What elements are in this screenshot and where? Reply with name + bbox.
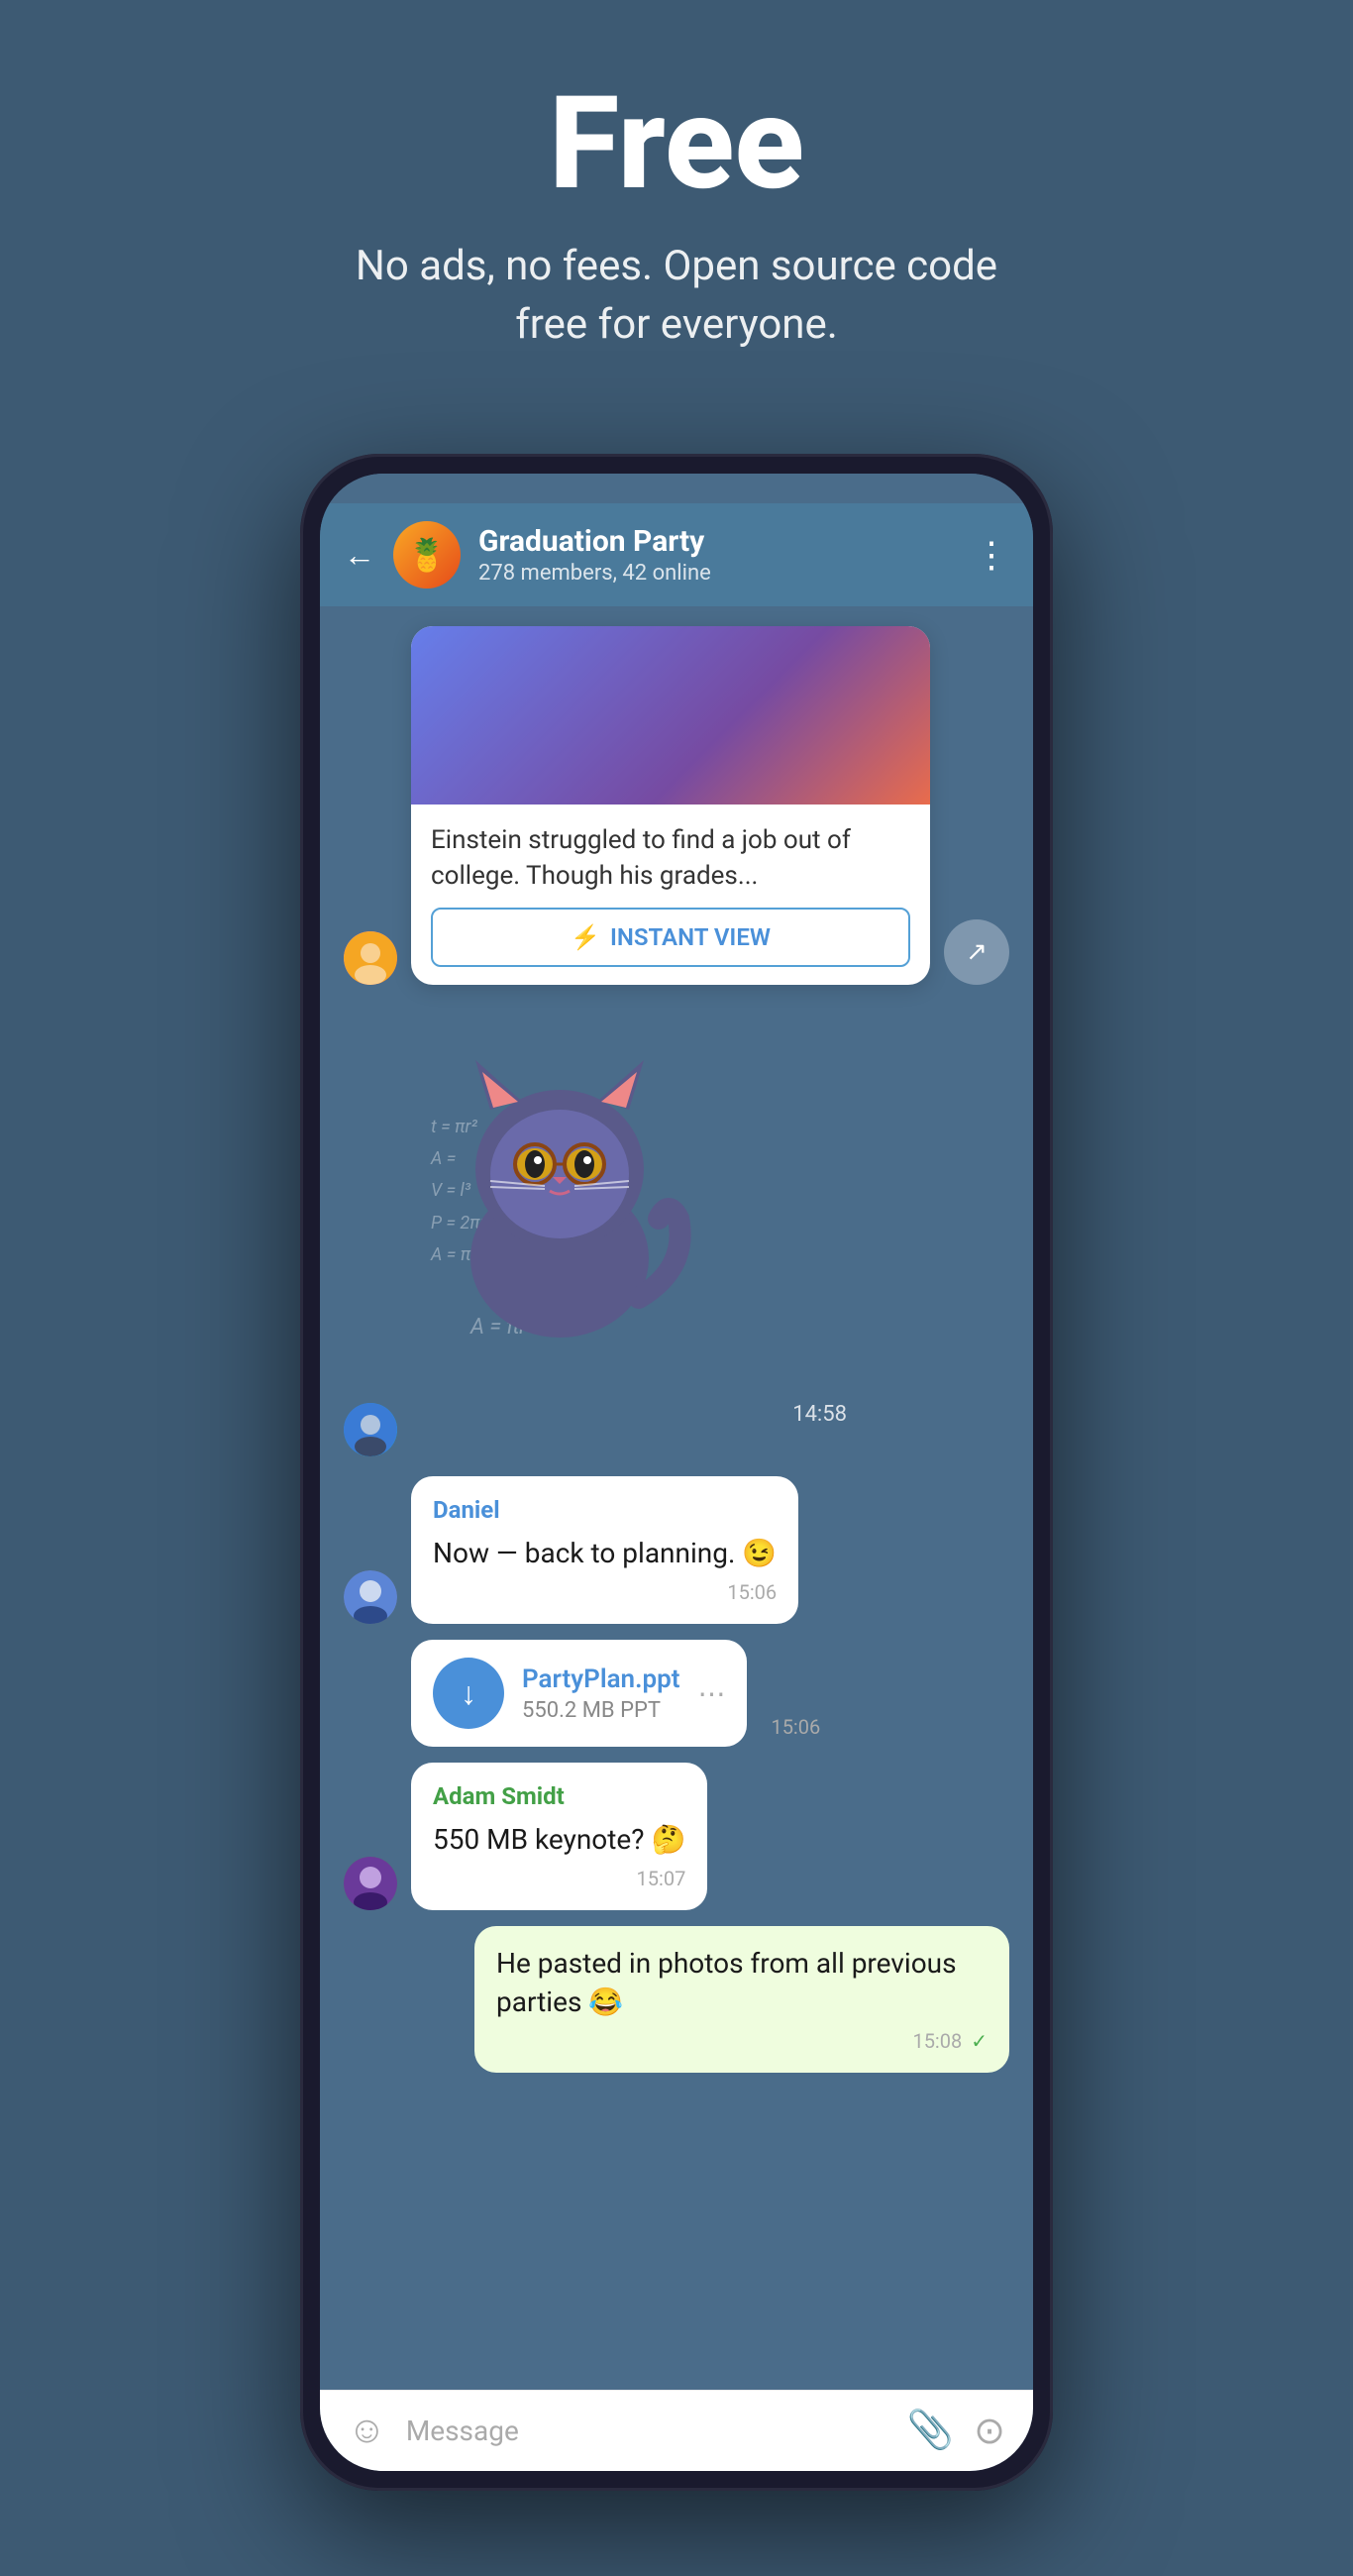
sticker-row: t = πr² A = V = l³ P = 2πr A = πr² s = √… (344, 1001, 1009, 1456)
back-button[interactable]: ← (344, 539, 375, 571)
sticker-sender-avatar (344, 1403, 397, 1456)
message-input[interactable]: Message (406, 2415, 887, 2447)
instant-view-row: Einstein struggled to find a job out of … (344, 626, 1009, 986)
chat-header: ← 🍍 Graduation Party 278 members, 42 onl… (320, 503, 1033, 606)
file-size: 550.2 MB PPT (522, 1698, 679, 1723)
chat-info: Graduation Party 278 members, 42 online (478, 524, 956, 586)
chat-meta: 278 members, 42 online (478, 561, 956, 586)
phone-wrapper: ← 🍍 Graduation Party 278 members, 42 onl… (300, 454, 1053, 2491)
file-time: 15:06 (771, 1715, 820, 1747)
download-icon[interactable]: ↓ (433, 1658, 504, 1729)
more-button[interactable]: ⋮ (974, 534, 1009, 576)
phone-frame: ← 🍍 Graduation Party 278 members, 42 onl… (300, 454, 1053, 2491)
phone-screen: ← 🍍 Graduation Party 278 members, 42 onl… (320, 474, 1033, 2471)
chat-name: Graduation Party (478, 524, 956, 559)
hero-section: Free No ads, no fees. Open source code f… (0, 0, 1353, 414)
adam-msg-row: Adam Smidt 550 MB keynote? 🤔 15:07 (344, 1763, 1009, 1910)
file-msg-row: ↓ PartyPlan.ppt 550.2 MB PPT ⋯ 15:06 (411, 1640, 1009, 1747)
adam-time: 15:07 (433, 1865, 685, 1892)
daniel-bubble: Daniel Now — back to planning. 😉 15:06 (411, 1476, 798, 1624)
hero-title: Free (40, 79, 1313, 208)
cat-sticker (411, 1020, 708, 1338)
camera-button[interactable]: ⊙ (974, 2409, 1005, 2453)
daniel-sender: Daniel (433, 1494, 777, 1528)
file-info: PartyPlan.ppt 550.2 MB PPT (522, 1664, 679, 1723)
adam-text: 550 MB keynote? 🤔 (433, 1820, 685, 1859)
chat-body: Einstein struggled to find a job out of … (320, 606, 1033, 2390)
daniel-msg-row: Daniel Now — back to planning. 😉 15:06 (344, 1476, 1009, 1624)
instant-view-button[interactable]: ⚡ INSTANT VIEW (431, 908, 910, 967)
own-bubble: He pasted in photos from all previous pa… (474, 1926, 1009, 2073)
daniel-time: 15:06 (433, 1578, 777, 1606)
hero-subtitle: No ads, no fees. Open source code free f… (330, 238, 1023, 355)
download-arrow: ↓ (461, 1674, 476, 1712)
own-msg-row: He pasted in photos from all previous pa… (344, 1926, 1009, 2073)
own-text: He pasted in photos from all previous pa… (496, 1944, 988, 2021)
file-more-button[interactable]: ⋯ (697, 1677, 725, 1710)
share-button[interactable]: ↗ (944, 919, 1009, 985)
iv-image (411, 626, 930, 805)
checkmark-icon: ✓ (971, 2029, 988, 2053)
file-name: PartyPlan.ppt (522, 1664, 679, 1694)
sticker-time: 14:58 (792, 1402, 847, 1427)
bottom-bar: ☺ Message 📎 ⊙ (320, 2390, 1033, 2471)
own-time: 15:08 ✓ (496, 2027, 988, 2055)
file-bubble: ↓ PartyPlan.ppt 550.2 MB PPT ⋯ (411, 1640, 747, 1747)
lightning-icon: ⚡ (571, 923, 600, 951)
daniel-text: Now — back to planning. 😉 (433, 1534, 777, 1572)
adam-avatar (344, 1857, 397, 1910)
emoji-button[interactable]: ☺ (348, 2409, 386, 2452)
daniel-avatar (344, 1570, 397, 1624)
sticker-container: t = πr² A = V = l³ P = 2πr A = πr² s = √… (411, 1020, 867, 1437)
instant-view-card: Einstein struggled to find a job out of … (411, 626, 930, 986)
share-icon: ↗ (966, 937, 988, 967)
instant-view-label: INSTANT VIEW (610, 923, 771, 951)
iv-text: Einstein struggled to find a job out of … (411, 805, 930, 909)
adam-sender: Adam Smidt (433, 1780, 685, 1814)
chat-avatar: 🍍 (393, 521, 461, 589)
sticker-area: t = πr² A = V = l³ P = 2πr A = πr² s = √… (411, 1001, 867, 1456)
adam-bubble: Adam Smidt 550 MB keynote? 🤔 15:07 (411, 1763, 707, 1910)
msg-avatar-female (344, 931, 397, 985)
attach-button[interactable]: 📎 (907, 2409, 954, 2452)
status-bar (320, 474, 1033, 503)
